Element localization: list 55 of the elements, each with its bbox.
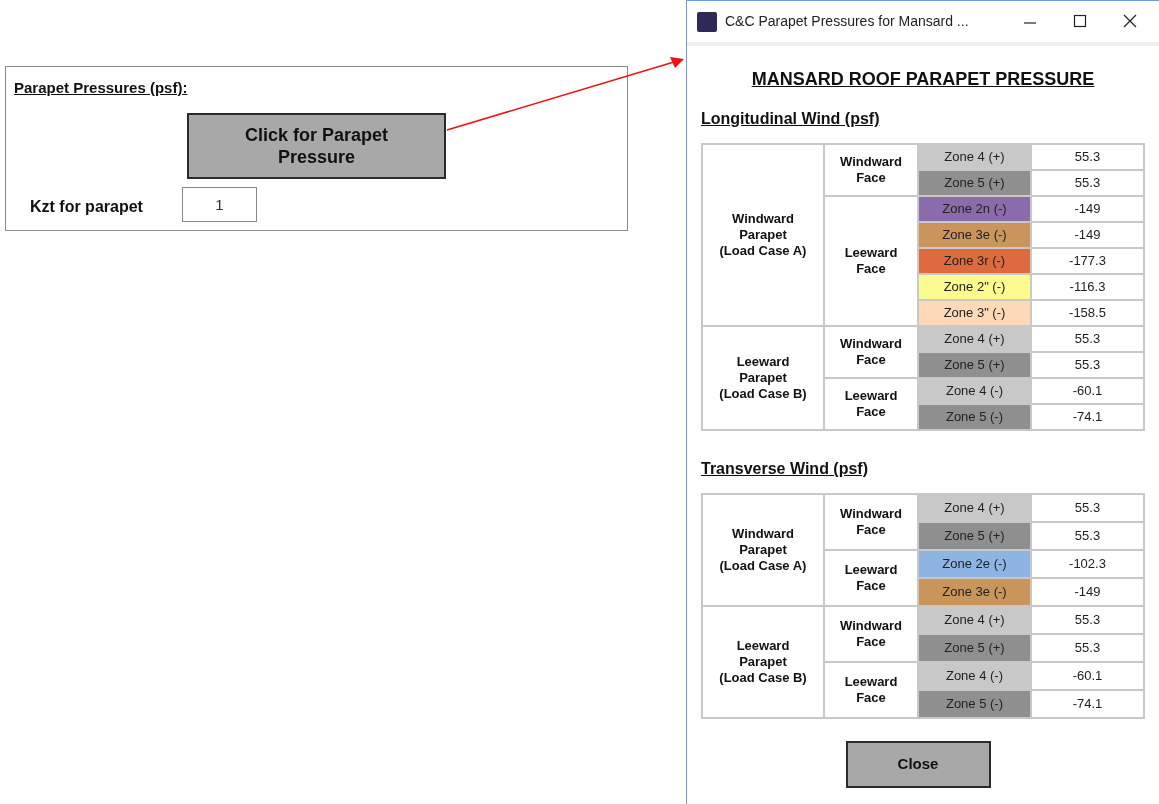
zone-cell: Zone 3" (-): [918, 300, 1031, 326]
parapet-pressure-button[interactable]: Click for Parapet Pressure: [187, 113, 446, 179]
value-cell: 55.3: [1031, 494, 1144, 522]
value-cell: 55.3: [1031, 606, 1144, 634]
section-title: Transverse Wind (psf): [701, 459, 869, 479]
kzt-input-field[interactable]: 1: [182, 187, 257, 222]
zone-cell: Zone 4 (+): [918, 326, 1031, 352]
zone-cell: Zone 5 (+): [918, 352, 1031, 378]
window-title: C&C Parapet Pressures for Mansard ...: [725, 12, 969, 31]
value-cell: 55.3: [1031, 522, 1144, 550]
zone-cell: Zone 4 (-): [918, 378, 1031, 404]
close-button[interactable]: Close: [845, 741, 991, 788]
parapet-label-cell: Windward Parapet (Load Case A): [702, 144, 824, 326]
value-cell: -74.1: [1031, 404, 1144, 430]
zone-cell: Zone 2" (-): [918, 274, 1031, 300]
zone-cell: Zone 4 (+): [918, 494, 1031, 522]
value-cell: 55.3: [1031, 170, 1144, 196]
value-cell: -102.3: [1031, 550, 1144, 578]
value-cell: -60.1: [1031, 378, 1144, 404]
value-cell: -177.3: [1031, 248, 1144, 274]
zone-cell: Zone 3e (-): [918, 222, 1031, 248]
value-cell: -60.1: [1031, 662, 1144, 690]
value-cell: -149: [1031, 196, 1144, 222]
zone-cell: Zone 4 (-): [918, 662, 1031, 690]
value-cell: -74.1: [1031, 690, 1144, 718]
panel-title: Parapet Pressures (psf):: [14, 78, 188, 98]
parapet-label-cell: Leeward Parapet (Load Case B): [702, 326, 824, 430]
zone-cell: Zone 3e (-): [918, 578, 1031, 606]
face-label-cell: Windward Face: [824, 144, 918, 196]
zone-cell: Zone 5 (+): [918, 634, 1031, 662]
close-icon[interactable]: [1123, 13, 1137, 28]
dialog-heading: MANSARD ROOF PARAPET PRESSURE: [751, 68, 1095, 91]
app-icon: [697, 11, 717, 32]
value-cell: 55.3: [1031, 352, 1144, 378]
zone-cell: Zone 3r (-): [918, 248, 1031, 274]
zone-cell: Zone 2n (-): [918, 196, 1031, 222]
parapet-label-cell: Windward Parapet (Load Case A): [702, 494, 824, 606]
zone-cell: Zone 5 (-): [918, 690, 1031, 718]
value-cell: 55.3: [1031, 326, 1144, 352]
zone-cell: Zone 5 (-): [918, 404, 1031, 430]
value-cell: 55.3: [1031, 144, 1144, 170]
zone-cell: Zone 5 (+): [918, 170, 1031, 196]
value-cell: 55.3: [1031, 634, 1144, 662]
value-cell: -149: [1031, 578, 1144, 606]
section-title: Longitudinal Wind (psf): [701, 109, 881, 129]
zone-cell: Zone 5 (+): [918, 522, 1031, 550]
value-cell: -116.3: [1031, 274, 1144, 300]
zone-cell: Zone 4 (+): [918, 606, 1031, 634]
maximize-icon[interactable]: [1073, 13, 1087, 28]
value-cell: -149: [1031, 222, 1144, 248]
zone-cell: Zone 2e (-): [918, 550, 1031, 578]
parapet-label-cell: Leeward Parapet (Load Case B): [702, 606, 824, 718]
value-cell: -158.5: [1031, 300, 1144, 326]
kzt-label: Kzt for parapet: [30, 197, 143, 217]
zone-cell: Zone 4 (+): [918, 144, 1031, 170]
